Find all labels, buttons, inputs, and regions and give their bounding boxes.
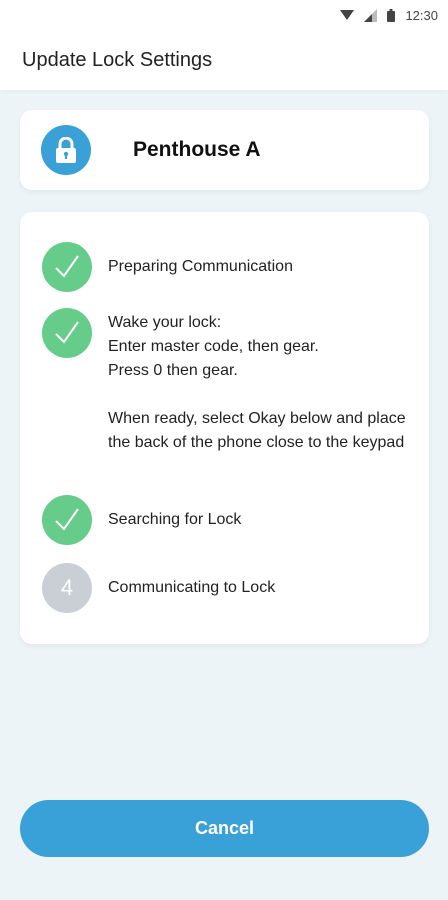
step-searching-for-lock: Searching for Lock bbox=[42, 495, 417, 545]
step-label: Preparing Communication bbox=[108, 258, 293, 275]
step-label: Searching for Lock bbox=[108, 511, 242, 528]
wifi-icon bbox=[340, 9, 355, 21]
signal-icon bbox=[364, 8, 378, 22]
checkmark-icon bbox=[42, 242, 92, 292]
step-label: Wake your lock: Enter master code, then … bbox=[108, 314, 406, 451]
status-time: 12:30 bbox=[405, 7, 438, 23]
app-bar: Update Lock Settings bbox=[0, 30, 448, 90]
status-bar: 12:30 bbox=[0, 0, 448, 30]
cancel-button[interactable]: Cancel bbox=[20, 800, 429, 857]
step-preparing-communication: Preparing Communication bbox=[42, 242, 417, 292]
step-label: Communicating to Lock bbox=[108, 579, 276, 596]
lock-card: Penthouse A bbox=[20, 110, 429, 190]
checkmark-icon bbox=[42, 308, 92, 358]
steps-card: Preparing Communication Wake your lock: … bbox=[20, 212, 429, 644]
checkmark-icon bbox=[42, 495, 92, 545]
step-number-badge: 4 bbox=[42, 563, 92, 613]
lock-name: Penthouse A bbox=[133, 138, 261, 161]
page-title: Update Lock Settings bbox=[22, 48, 213, 71]
battery-icon bbox=[387, 8, 396, 22]
lock-icon bbox=[41, 125, 91, 175]
step-communicating-to-lock: 4 Communicating to Lock bbox=[42, 563, 417, 613]
step-wake-lock: Wake your lock: Enter master code, then … bbox=[42, 308, 417, 455]
